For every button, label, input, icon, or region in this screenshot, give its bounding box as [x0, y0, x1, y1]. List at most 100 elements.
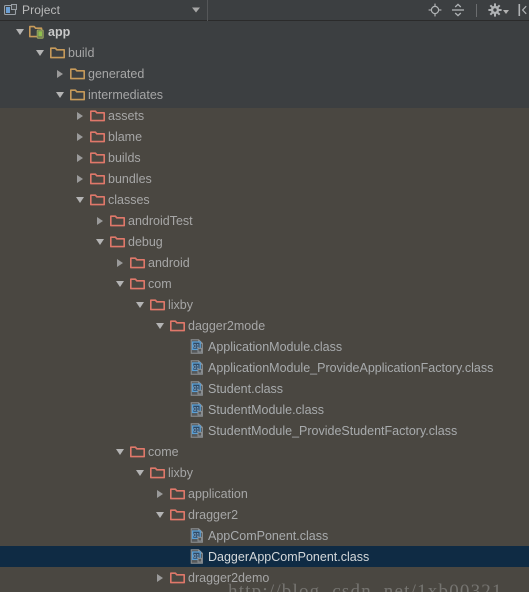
- tree-row[interactable]: intermediates: [0, 84, 529, 105]
- tree-row[interactable]: androidTest: [0, 210, 529, 231]
- tree-row-label: come: [148, 444, 179, 459]
- folder-red-icon: [148, 294, 166, 315]
- folder-red-icon: [88, 126, 106, 147]
- tree-row[interactable]: 01 Student.class: [0, 378, 529, 399]
- tree-row-label: assets: [108, 108, 145, 123]
- class-file-icon: 01: [188, 420, 206, 441]
- tree-row[interactable]: application: [0, 483, 529, 504]
- class-file-icon: 01: [188, 525, 206, 546]
- tree-row-label: lixby: [168, 297, 194, 312]
- tree-twisty-placeholder: [172, 420, 188, 441]
- tree-row[interactable]: 01 ApplicationModule.class: [0, 336, 529, 357]
- tree-row-label: bundles: [108, 171, 152, 186]
- tree-row[interactable]: assets: [0, 105, 529, 126]
- folder-orange-icon: [68, 84, 86, 105]
- expand-arrow-open-icon[interactable]: [12, 21, 28, 42]
- folder-red-icon: [128, 441, 146, 462]
- tree-row[interactable]: generated: [0, 63, 529, 84]
- tree-row-label: android: [148, 255, 190, 270]
- expand-arrow-open-icon[interactable]: [152, 315, 168, 336]
- expand-arrow-closed-icon[interactable]: [152, 567, 168, 588]
- class-file-icon: 01: [188, 546, 206, 567]
- tree-row-label: build: [68, 45, 95, 60]
- tree-row[interactable]: come: [0, 441, 529, 462]
- tree-row[interactable]: 01 DaggerAppComPonent.class: [0, 546, 529, 567]
- expand-arrow-open-icon[interactable]: [112, 441, 128, 462]
- project-tool-window-tab[interactable]: Project: [0, 0, 208, 21]
- tree-row[interactable]: 01 AppComPonent.class: [0, 525, 529, 546]
- tree-row-label: dragger2demo: [188, 570, 270, 585]
- tree-twisty-placeholder: [172, 378, 188, 399]
- folder-red-icon: [88, 189, 106, 210]
- expand-arrow-open-icon[interactable]: [112, 273, 128, 294]
- tree-row[interactable]: dragger2demo: [0, 567, 529, 588]
- expand-arrow-closed-icon[interactable]: [112, 252, 128, 273]
- tree-row[interactable]: bundles: [0, 168, 529, 189]
- folder-red-icon: [88, 147, 106, 168]
- expand-arrow-open-icon[interactable]: [132, 294, 148, 315]
- tree-row-label: StudentModule.class: [208, 402, 325, 417]
- tree-row[interactable]: blame: [0, 126, 529, 147]
- folder-orange-icon: [68, 63, 86, 84]
- folder-red-icon: [148, 462, 166, 483]
- tree-row-label: blame: [108, 129, 143, 144]
- scroll-from-source-icon[interactable]: [428, 3, 442, 17]
- folder-red-icon: [168, 504, 186, 525]
- collapse-all-icon[interactable]: [451, 3, 465, 17]
- expand-arrow-closed-icon[interactable]: [72, 147, 88, 168]
- tree-row[interactable]: 01 StudentModule_ProvideStudentFactory.cl…: [0, 420, 529, 441]
- settings-gear-icon[interactable]: [488, 3, 502, 17]
- folder-red-icon: [168, 483, 186, 504]
- settings-gear-button[interactable]: [488, 3, 509, 17]
- chevron-down-icon[interactable]: [503, 10, 509, 14]
- class-file-icon: 01: [188, 399, 206, 420]
- expand-arrow-open-icon[interactable]: [72, 189, 88, 210]
- tree-row[interactable]: classes: [0, 189, 529, 210]
- tool-window-header: Project: [0, 0, 529, 21]
- tree-row[interactable]: build: [0, 42, 529, 63]
- folder-red-icon: [128, 252, 146, 273]
- tree-twisty-placeholder: [172, 525, 188, 546]
- expand-arrow-open-icon[interactable]: [152, 504, 168, 525]
- tree-row-label: lixby: [168, 465, 194, 480]
- expand-arrow-closed-icon[interactable]: [152, 483, 168, 504]
- tree-row[interactable]: lixby: [0, 462, 529, 483]
- hide-tool-window-icon[interactable]: [518, 3, 527, 17]
- tree-row-label: DaggerAppComPonent.class: [208, 549, 370, 564]
- tree-row-label: dragger2: [188, 507, 239, 522]
- tree-row[interactable]: dagger2mode: [0, 315, 529, 336]
- tree-row-label: AppComPonent.class: [208, 528, 329, 543]
- folder-red-icon: [168, 315, 186, 336]
- toolbar-actions: [428, 3, 529, 17]
- tree-row-label: app: [48, 24, 71, 39]
- class-file-icon: 01: [188, 336, 206, 357]
- expand-arrow-open-icon[interactable]: [52, 84, 68, 105]
- expand-arrow-closed-icon[interactable]: [52, 63, 68, 84]
- tree-row[interactable]: builds: [0, 147, 529, 168]
- tree-row[interactable]: debug: [0, 231, 529, 252]
- chevron-down-icon[interactable]: [192, 7, 200, 13]
- expand-arrow-closed-icon[interactable]: [72, 126, 88, 147]
- tree-row[interactable]: 01 ApplicationModule_ProvideApplicationFa…: [0, 357, 529, 378]
- expand-arrow-closed-icon[interactable]: [72, 168, 88, 189]
- tree-row-label: Student.class: [208, 381, 284, 396]
- tree-row[interactable]: lixby: [0, 294, 529, 315]
- tree-row[interactable]: com: [0, 273, 529, 294]
- expand-arrow-open-icon[interactable]: [132, 462, 148, 483]
- tree-row[interactable]: dragger2: [0, 504, 529, 525]
- tree-row-label: builds: [108, 150, 141, 165]
- tree-row[interactable]: 01 StudentModule.class: [0, 399, 529, 420]
- project-tree[interactable]: app build generated intermediates assets blam…: [0, 21, 529, 592]
- tree-row-label: ApplicationModule.class: [208, 339, 343, 354]
- folder-red-icon: [88, 105, 106, 126]
- expand-arrow-closed-icon[interactable]: [72, 105, 88, 126]
- tree-row[interactable]: android: [0, 252, 529, 273]
- tree-row-label: StudentModule_ProvideStudentFactory.clas…: [208, 423, 458, 438]
- tree-row-label: classes: [108, 192, 150, 207]
- expand-arrow-open-icon[interactable]: [92, 231, 108, 252]
- tree-row[interactable]: app: [0, 21, 529, 42]
- class-file-icon: 01: [188, 357, 206, 378]
- tree-row-label: application: [188, 486, 248, 501]
- expand-arrow-open-icon[interactable]: [32, 42, 48, 63]
- expand-arrow-closed-icon[interactable]: [92, 210, 108, 231]
